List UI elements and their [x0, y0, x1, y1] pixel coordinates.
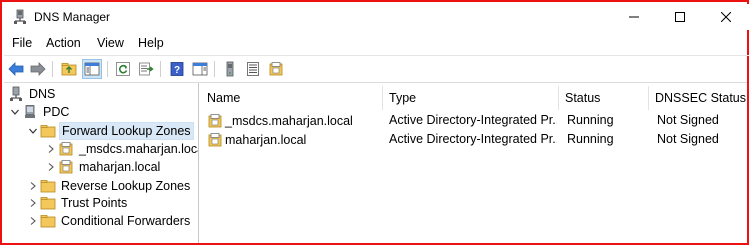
menu-bar: File Action View Help: [4, 32, 749, 54]
minimize-icon: [629, 16, 639, 18]
export-list-button[interactable]: [136, 59, 156, 79]
menu-view[interactable]: View: [95, 35, 126, 51]
zone-icon: [207, 113, 223, 129]
chevron-down-icon[interactable]: [8, 105, 22, 119]
forward-button[interactable]: [28, 59, 48, 79]
console-tree: DNS PDC Forward Lookup Zones _msdcs.maha…: [4, 83, 199, 243]
results-list: Name Type Status DNSSEC Status _msdcs.ma…: [201, 83, 747, 243]
folder-up-icon: [61, 63, 77, 76]
folder-icon: [40, 123, 56, 139]
folder-icon: [40, 213, 56, 229]
table-row[interactable]: _msdcs.maharjan.local Active Directory-I…: [201, 111, 747, 130]
cell-dnssec-status: Not Signed: [657, 113, 719, 127]
show-hide-action-pane-button[interactable]: [190, 59, 210, 79]
help-book-icon: ?: [170, 62, 184, 76]
zone-icon: [58, 141, 74, 157]
tree-label: Forward Lookup Zones: [59, 121, 194, 140]
zone-file-icon: [269, 62, 283, 76]
dns-app-icon: [12, 9, 28, 25]
toolbar-separator: [52, 61, 53, 77]
list-icon: [247, 62, 259, 76]
back-button[interactable]: [6, 59, 26, 79]
tree-item-pdc[interactable]: PDC: [8, 103, 71, 120]
forward-arrow-icon: [30, 62, 46, 76]
server-icon: [226, 61, 234, 77]
up-one-level-button[interactable]: [59, 59, 79, 79]
tree-label: PDC: [43, 104, 70, 119]
table-row[interactable]: maharjan.local Active Directory-Integrat…: [201, 130, 747, 149]
help-button[interactable]: ?: [167, 59, 187, 79]
zone-name: maharjan.local: [225, 133, 307, 147]
column-header-dnssec-status[interactable]: DNSSEC Status: [649, 86, 747, 110]
chevron-right-icon[interactable]: [26, 214, 40, 228]
export-list-icon: [139, 62, 154, 76]
menu-file[interactable]: File: [10, 35, 34, 51]
tree-item-trust-points[interactable]: Trust Points: [26, 194, 129, 211]
cell-name: maharjan.local: [207, 132, 379, 148]
cell-status: Running: [567, 113, 614, 127]
close-button[interactable]: [703, 4, 749, 30]
cell-type: Active Directory-Integrated Pr...: [389, 132, 557, 146]
maximize-icon: [675, 12, 685, 22]
chevron-right-icon[interactable]: [26, 179, 40, 193]
tree-item-zone-maharjan[interactable]: maharjan.local: [44, 158, 162, 175]
chevron-right-icon[interactable]: [44, 160, 58, 174]
maximize-button[interactable]: [657, 4, 703, 30]
tree-item-forward-lookup-zones[interactable]: Forward Lookup Zones: [26, 121, 194, 140]
toolbar-separator: [107, 61, 108, 77]
server-properties-button[interactable]: [220, 59, 240, 79]
zone-icon: [207, 132, 223, 148]
chevron-down-icon[interactable]: [26, 124, 40, 138]
refresh-button[interactable]: [113, 59, 133, 79]
chevron-right-icon[interactable]: [44, 142, 58, 156]
cell-type: Active Directory-Integrated Pr...: [389, 113, 557, 127]
svg-text:?: ?: [174, 65, 180, 76]
tree-item-dns[interactable]: DNS: [8, 85, 57, 102]
folder-icon: [40, 178, 56, 194]
tree-label: Trust Points: [61, 195, 128, 210]
show-hide-console-tree-button[interactable]: [82, 59, 102, 79]
toolbar-separator: [214, 61, 215, 77]
title-bar: DNS Manager: [4, 4, 749, 30]
folder-icon: [40, 195, 56, 211]
column-header-name[interactable]: Name: [201, 86, 383, 110]
tree-label: Conditional Forwarders: [61, 213, 191, 228]
tree-label: _msdcs.maharjan.local: [79, 141, 199, 156]
window-frame: DNS Manager File Action View Help ? DNS …: [0, 0, 749, 245]
column-header-status[interactable]: Status: [559, 86, 649, 110]
toolbar: ?: [4, 55, 749, 81]
minimize-button[interactable]: [611, 4, 657, 30]
zone-name: _msdcs.maharjan.local: [225, 114, 353, 128]
cell-name: _msdcs.maharjan.local: [207, 113, 379, 129]
refresh-icon: [116, 62, 130, 76]
zone-button[interactable]: [266, 59, 286, 79]
chevron-right-icon[interactable]: [26, 196, 40, 210]
menu-action[interactable]: Action: [44, 35, 83, 51]
tree-label: maharjan.local: [79, 159, 161, 174]
back-arrow-icon: [8, 62, 24, 76]
menu-help[interactable]: Help: [136, 35, 166, 51]
tree-label: Reverse Lookup Zones: [61, 178, 191, 193]
server-icon: [22, 104, 38, 120]
content-area: DNS PDC Forward Lookup Zones _msdcs.maha…: [4, 82, 747, 243]
cell-status: Running: [567, 132, 614, 146]
dns-server-icon: [8, 86, 24, 102]
toolbar-separator: [160, 61, 161, 77]
tree-item-zone-msdcs[interactable]: _msdcs.maharjan.local: [44, 140, 199, 157]
action-pane-icon: [192, 62, 208, 76]
tree-item-conditional-forwarders[interactable]: Conditional Forwarders: [26, 212, 192, 229]
console-tree-icon: [84, 62, 100, 76]
cell-dnssec-status: Not Signed: [657, 132, 719, 146]
tree-label: DNS: [29, 86, 56, 101]
tree-item-reverse-lookup-zones[interactable]: Reverse Lookup Zones: [26, 177, 192, 194]
column-header-type[interactable]: Type: [383, 86, 559, 110]
window-title: DNS Manager: [34, 10, 111, 24]
close-icon: [721, 12, 731, 22]
list-view-button[interactable]: [243, 59, 263, 79]
zone-icon: [58, 159, 74, 175]
